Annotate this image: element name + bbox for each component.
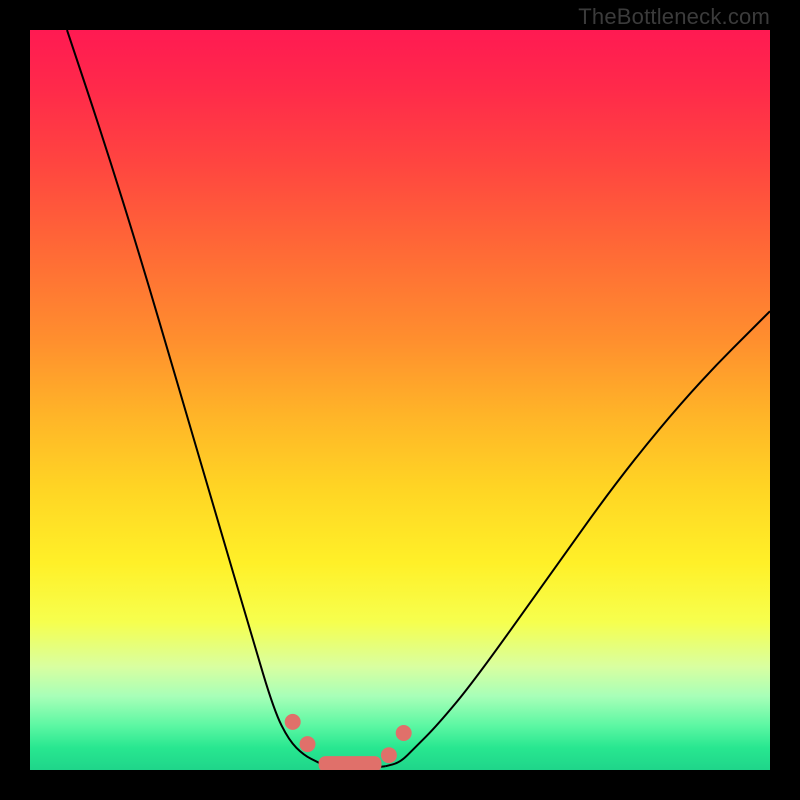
highlight-dot <box>396 725 412 741</box>
watermark-text: TheBottleneck.com <box>578 4 770 30</box>
plot-area <box>30 30 770 770</box>
valley-highlight-dots <box>285 714 412 763</box>
valley-highlight-bar <box>319 756 382 770</box>
highlight-dot <box>300 736 316 752</box>
highlight-dot <box>285 714 301 730</box>
curve-right-branch <box>385 311 770 766</box>
highlight-dot <box>381 747 397 763</box>
curve-left-branch <box>67 30 326 766</box>
curve-layer <box>30 30 770 770</box>
outer-frame: TheBottleneck.com <box>0 0 800 800</box>
